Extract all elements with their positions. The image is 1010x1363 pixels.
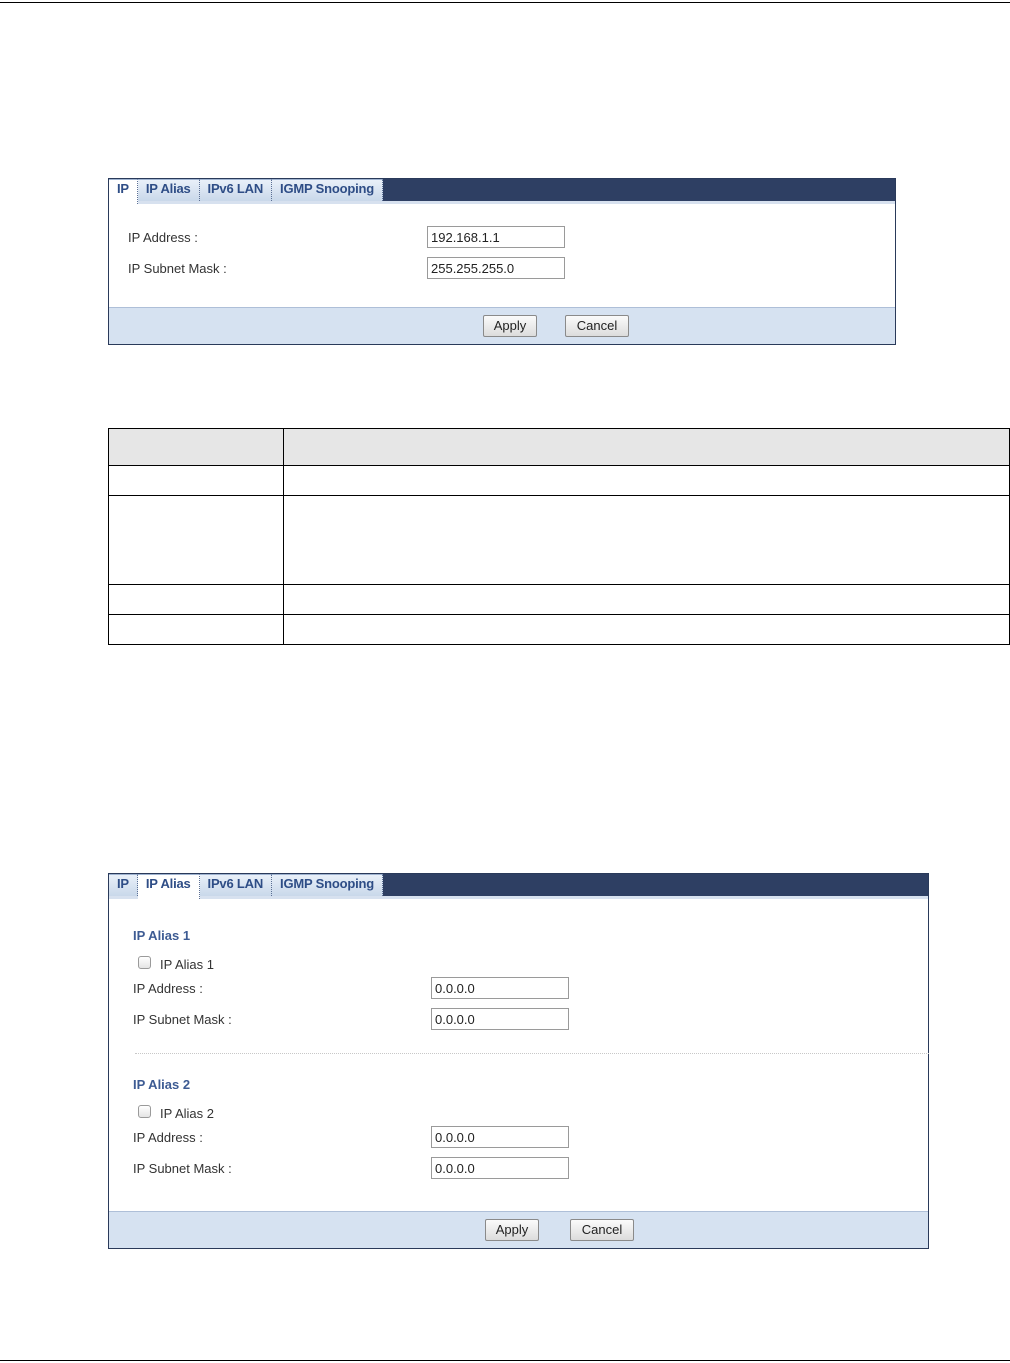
tab-bar: IP IP Alias IPv6 LAN IGMP Snooping [109, 874, 928, 899]
table-cell [283, 584, 1010, 615]
ip-alias-panel: IP IP Alias IPv6 LAN IGMP Snooping IP Al… [108, 873, 929, 1249]
tab-ip-alias[interactable]: IP Alias [137, 179, 200, 201]
ip-settings-panel: IP IP Alias IPv6 LAN IGMP Snooping IP Ad… [108, 178, 896, 345]
ip-alias-1-address-input[interactable] [431, 977, 569, 999]
ip-alias-1-mask-label: IP Subnet Mask : [133, 1012, 232, 1027]
tab-ipv6-lan[interactable]: IPv6 LAN [199, 179, 273, 201]
table-row [108, 584, 1010, 615]
table-cell [283, 465, 1010, 496]
cancel-button[interactable]: Cancel [570, 1219, 634, 1241]
ip-alias-2-title: IP Alias 2 [133, 1077, 191, 1092]
ip-alias-2-mask-input[interactable] [431, 1157, 569, 1179]
ip-alias-2-mask-label: IP Subnet Mask : [133, 1161, 232, 1176]
page-bottom-rule [0, 1360, 1010, 1361]
tab-ipv6-lan[interactable]: IPv6 LAN [199, 874, 273, 896]
table-header-cell [283, 428, 1010, 466]
apply-button[interactable]: Apply [485, 1219, 539, 1241]
table-cell [108, 584, 284, 615]
ip-subnet-mask-input[interactable] [427, 257, 565, 279]
ip-subnet-mask-label: IP Subnet Mask : [128, 261, 227, 276]
table-cell [283, 495, 1010, 585]
table-cell [108, 465, 284, 496]
page-top-rule [0, 2, 1010, 3]
ip-alias-2-checkbox[interactable] [138, 1105, 151, 1118]
ip-alias-1-address-label: IP Address : [133, 981, 203, 996]
table-row [108, 495, 1010, 585]
section-divider [135, 1053, 929, 1054]
tab-igmp-snooping[interactable]: IGMP Snooping [272, 179, 383, 201]
table-header-row [108, 428, 1010, 466]
ip-address-input[interactable] [427, 226, 565, 248]
tab-ip[interactable]: IP [109, 179, 138, 204]
tab-ip[interactable]: IP [109, 874, 138, 896]
table-cell [283, 614, 1010, 645]
table-cell [108, 614, 284, 645]
ip-alias-1-title: IP Alias 1 [133, 928, 191, 943]
cancel-button[interactable]: Cancel [565, 315, 629, 337]
ip-alias-2-address-input[interactable] [431, 1126, 569, 1148]
table-row [108, 465, 1010, 496]
apply-button[interactable]: Apply [483, 315, 537, 337]
ip-alias-2-address-label: IP Address : [133, 1130, 203, 1145]
panel-footer: Apply Cancel [109, 1211, 928, 1248]
field-description-table [108, 428, 1010, 645]
ip-address-label: IP Address : [128, 230, 198, 245]
table-row [108, 614, 1010, 645]
ip-alias-2-checkbox-label: IP Alias 2 [160, 1106, 214, 1121]
table-cell [108, 495, 284, 585]
tab-bar: IP IP Alias IPv6 LAN IGMP Snooping [109, 179, 895, 204]
ip-alias-1-mask-input[interactable] [431, 1008, 569, 1030]
ip-alias-1-checkbox[interactable] [138, 956, 151, 969]
tab-ip-alias[interactable]: IP Alias [137, 874, 200, 899]
table-header-cell [108, 428, 284, 466]
tab-igmp-snooping[interactable]: IGMP Snooping [272, 874, 383, 896]
panel-footer: Apply Cancel [109, 307, 895, 344]
ip-alias-1-checkbox-label: IP Alias 1 [160, 957, 214, 972]
